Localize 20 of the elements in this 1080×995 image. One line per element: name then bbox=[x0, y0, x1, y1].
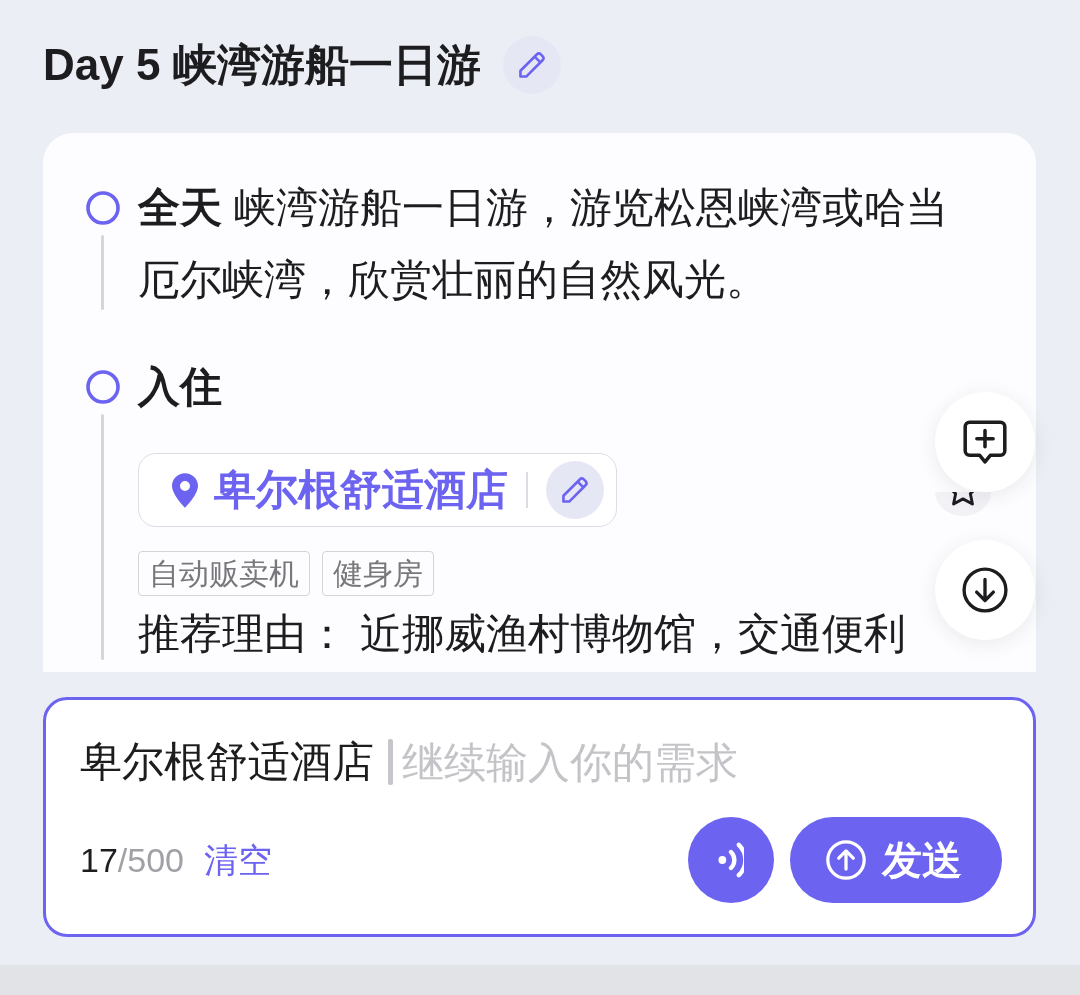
text-cursor bbox=[388, 739, 393, 785]
pencil-icon bbox=[518, 52, 545, 78]
facility-tag: 自动贩卖机 bbox=[138, 550, 310, 596]
location-pin-icon bbox=[172, 472, 198, 508]
recommendation-text: 推荐理由： 近挪威渔村博物馆，交通便利 bbox=[138, 608, 907, 659]
character-count: 17/500 bbox=[80, 839, 184, 881]
pencil-icon bbox=[562, 477, 588, 503]
day-title: Day 5 峡湾游船一日游 bbox=[43, 39, 481, 91]
ring-icon bbox=[86, 370, 120, 404]
stay-heading: 入住 bbox=[138, 362, 223, 412]
comment-plus-icon bbox=[963, 420, 1007, 464]
activity-text: 全天 峡湾游船一日游，游览松恩峡湾或哈当厄尔峡湾，欣赏壮丽的自然风光。 bbox=[138, 183, 949, 305]
hotel-name-link[interactable]: 卑尔根舒适酒店 bbox=[214, 464, 508, 516]
clear-link[interactable]: 清空 bbox=[204, 834, 272, 886]
message-input[interactable]: 继续输入你的需求 bbox=[402, 734, 1002, 790]
facility-tag: 健身房 bbox=[322, 550, 434, 596]
sound-waves-icon bbox=[718, 842, 744, 878]
ring-icon bbox=[86, 191, 120, 225]
send-button[interactable]: 发送 bbox=[790, 817, 1002, 903]
reference-text: 卑尔根舒适酒店 bbox=[80, 737, 374, 787]
